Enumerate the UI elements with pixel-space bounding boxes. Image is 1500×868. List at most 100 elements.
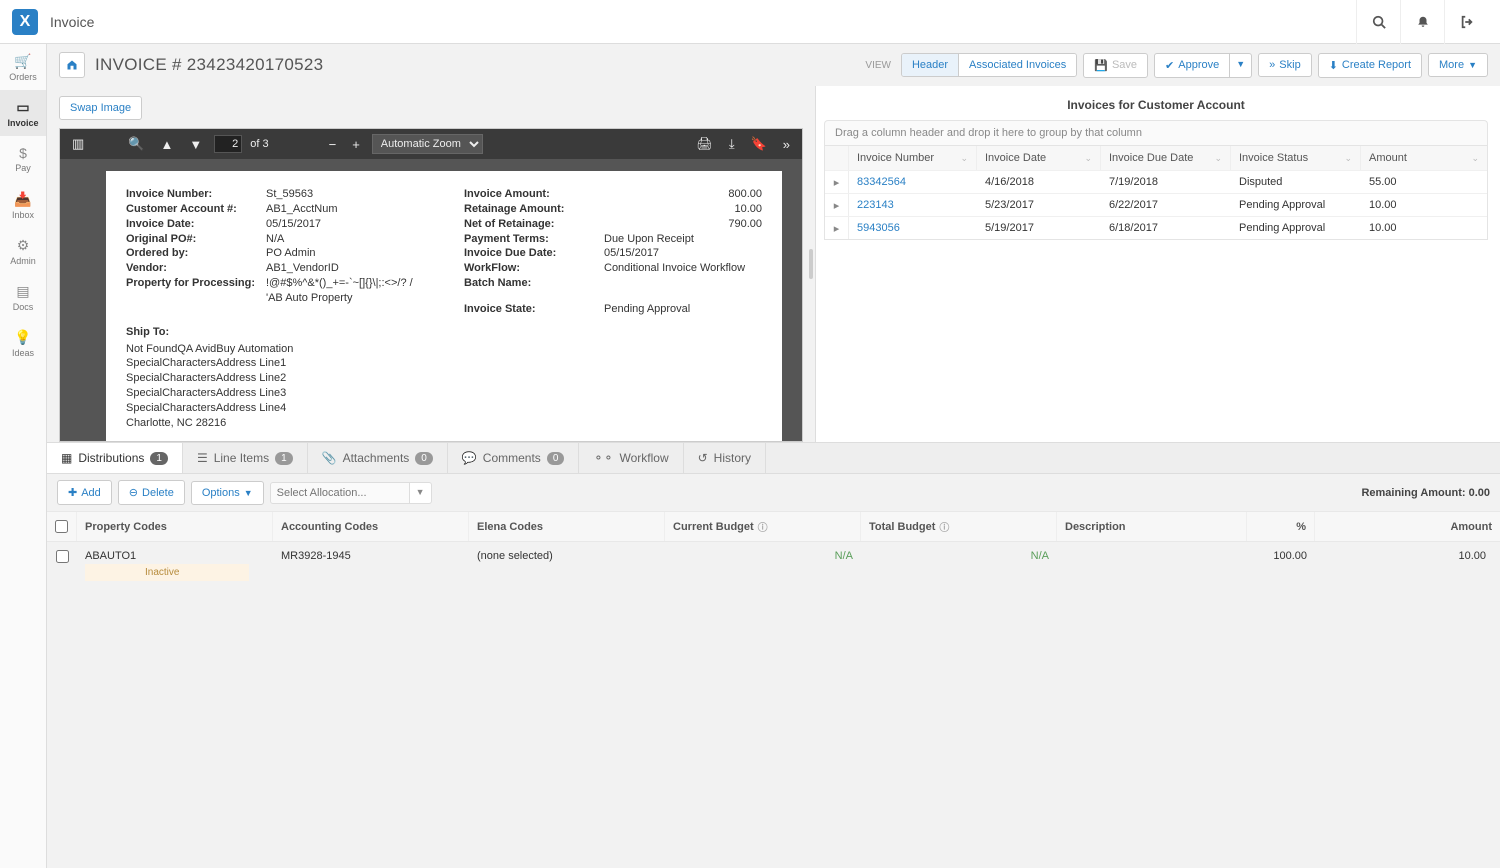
col-elena-codes[interactable]: Elena Codes (469, 512, 665, 541)
zoom-out-icon[interactable]: − (325, 137, 341, 152)
list-icon: ☰ (197, 451, 208, 465)
accounting-code-cell[interactable]: MR3928-1945 (273, 546, 469, 585)
logout-icon[interactable] (1444, 0, 1488, 44)
app-logo[interactable]: X (12, 9, 38, 35)
delete-button[interactable]: ⊖Delete (118, 480, 185, 505)
pane-splitter[interactable] (807, 86, 815, 442)
tab-line-items[interactable]: ☰Line Items1 (183, 443, 308, 473)
distributions-toolbar: ✚Add ⊖Delete Options ▼ ▼ Remaining Amoun… (47, 474, 1500, 512)
panel-title: Invoices for Customer Account (824, 94, 1488, 120)
download-icon: ⬇ (1329, 59, 1338, 72)
invoice-image-pane: Swap Image ▥ 🔍 ▲ ▼ of 3 − + Automatic Zo… (47, 86, 807, 442)
expand-icon[interactable]: ▸ (825, 171, 849, 193)
grid-row[interactable]: ▸ 5943056 5/19/2017 6/18/2017 Pending Ap… (825, 216, 1487, 239)
dist-row[interactable]: ABAUTO1 Inactive MR3928-1945 (none selec… (47, 542, 1500, 589)
tab-attachments[interactable]: 📎Attachments0 (308, 443, 448, 473)
info-icon: ⓘ (758, 519, 768, 534)
check-icon: ✔ (1165, 59, 1174, 72)
download-pdf-icon[interactable]: ⤓ (725, 136, 739, 152)
tab-history[interactable]: ↺History (684, 443, 766, 473)
zoom-select[interactable]: Automatic Zoom (372, 134, 483, 154)
expand-icon[interactable]: ▸ (825, 194, 849, 216)
swap-image-button[interactable]: Swap Image (59, 96, 142, 120)
description-cell[interactable] (1057, 546, 1247, 585)
options-button[interactable]: Options ▼ (191, 481, 264, 505)
invoice-link[interactable]: 223143 (849, 194, 977, 216)
sidebar-toggle-icon[interactable]: ▥ (68, 136, 88, 152)
col-amount[interactable]: Amount (1315, 512, 1500, 541)
invoice-link[interactable]: 83342564 (849, 171, 977, 193)
tab-workflow[interactable]: ⚬⚬Workflow (579, 443, 683, 473)
sidebar-item-docs[interactable]: ▤Docs (0, 274, 46, 320)
tab-comments[interactable]: 💬Comments0 (448, 443, 580, 473)
sidebar-item-ideas[interactable]: 💡Ideas (0, 320, 46, 366)
history-icon: ↺ (698, 451, 708, 465)
tab-header[interactable]: Header (902, 54, 959, 76)
comment-icon: 💬 (462, 451, 477, 465)
grid-row[interactable]: ▸ 83342564 4/16/2018 7/19/2018 Disputed … (825, 170, 1487, 193)
col-total-budget[interactable]: Total Budgetⓘ (861, 512, 1057, 541)
find-icon[interactable]: 🔍 (124, 136, 148, 152)
dist-grid-header: Property Codes Accounting Codes Elena Co… (47, 512, 1500, 542)
grid-row[interactable]: ▸ 223143 5/23/2017 6/22/2017 Pending App… (825, 193, 1487, 216)
view-label: VIEW (865, 60, 891, 71)
elena-code-cell[interactable]: (none selected) (469, 546, 665, 585)
col-accounting-codes[interactable]: Accounting Codes (273, 512, 469, 541)
add-button[interactable]: ✚Add (57, 480, 112, 505)
remaining-amount: Remaining Amount: 0.00 (1361, 487, 1490, 499)
col-property-codes[interactable]: Property Codes (77, 512, 273, 541)
plus-icon: ✚ (68, 486, 77, 499)
skip-button[interactable]: »Skip (1258, 53, 1312, 77)
tools-icon[interactable]: » (779, 137, 794, 152)
sidebar-item-admin[interactable]: ⚙Admin (0, 228, 46, 274)
allocation-dropdown[interactable]: ▼ (410, 482, 432, 504)
col-invoice-status[interactable]: Invoice Status⌄ (1231, 146, 1361, 170)
pdf-content[interactable]: Invoice Number:St_59563 Customer Account… (60, 159, 802, 441)
create-report-button[interactable]: ⬇Create Report (1318, 53, 1422, 78)
chevron-down-icon: ▼ (1468, 60, 1477, 70)
page-number-input[interactable] (214, 135, 242, 153)
sidebar-item-pay[interactable]: $Pay (0, 136, 46, 182)
property-code-cell[interactable]: ABAUTO1 Inactive (77, 546, 273, 585)
bookmark-icon[interactable]: 🔖 (747, 136, 771, 152)
bell-icon[interactable] (1400, 0, 1444, 44)
next-page-icon[interactable]: ▼ (185, 137, 206, 152)
sidebar-item-inbox[interactable]: 📥Inbox (0, 182, 46, 228)
zoom-in-icon[interactable]: + (348, 137, 364, 152)
print-icon[interactable]: 🖨 (692, 136, 717, 152)
workflow-icon: ⚬⚬ (593, 451, 613, 465)
tab-associated-invoices[interactable]: Associated Invoices (959, 54, 1076, 76)
sidebar-item-invoice[interactable]: ▭Invoice (0, 90, 46, 136)
sidebar: 🛒Orders ▭Invoice $Pay 📥Inbox ⚙Admin ▤Doc… (0, 44, 47, 868)
prev-page-icon[interactable]: ▲ (156, 137, 177, 152)
bulb-icon: 💡 (14, 329, 31, 346)
col-invoice-number[interactable]: Invoice Number⌄ (849, 146, 977, 170)
invoice-link[interactable]: 5943056 (849, 217, 977, 239)
group-by-hint[interactable]: Drag a column header and drop it here to… (824, 120, 1488, 145)
col-invoice-due-date[interactable]: Invoice Due Date⌄ (1101, 146, 1231, 170)
more-button[interactable]: More ▼ (1428, 53, 1488, 77)
col-invoice-date[interactable]: Invoice Date⌄ (977, 146, 1101, 170)
select-all-checkbox[interactable] (47, 512, 77, 541)
allocation-select[interactable] (270, 482, 410, 504)
col-current-budget[interactable]: Current Budgetⓘ (665, 512, 861, 541)
percent-cell[interactable]: 100.00 (1247, 546, 1315, 585)
total-budget-cell: N/A (861, 546, 1057, 585)
row-checkbox[interactable] (56, 550, 69, 563)
search-icon[interactable] (1356, 0, 1400, 44)
amount-cell[interactable]: 10.00 (1315, 546, 1500, 585)
distributions-grid: Property Codes Accounting Codes Elena Co… (47, 512, 1500, 868)
expand-icon[interactable]: ▸ (825, 217, 849, 239)
col-description[interactable]: Description (1057, 512, 1247, 541)
docs-icon: ▤ (16, 283, 29, 300)
col-amount[interactable]: Amount⌄ (1361, 146, 1487, 170)
home-button[interactable] (59, 52, 85, 78)
minus-icon: ⊖ (129, 486, 138, 499)
sidebar-item-orders[interactable]: 🛒Orders (0, 44, 46, 90)
approve-button[interactable]: ✔Approve (1154, 53, 1230, 78)
paperclip-icon: 📎 (322, 451, 337, 465)
save-button: 💾Save (1083, 53, 1148, 78)
approve-dropdown[interactable]: ▼ (1230, 53, 1252, 78)
tab-distributions[interactable]: ▦Distributions1 (47, 443, 183, 473)
col-percent[interactable]: % (1247, 512, 1315, 541)
